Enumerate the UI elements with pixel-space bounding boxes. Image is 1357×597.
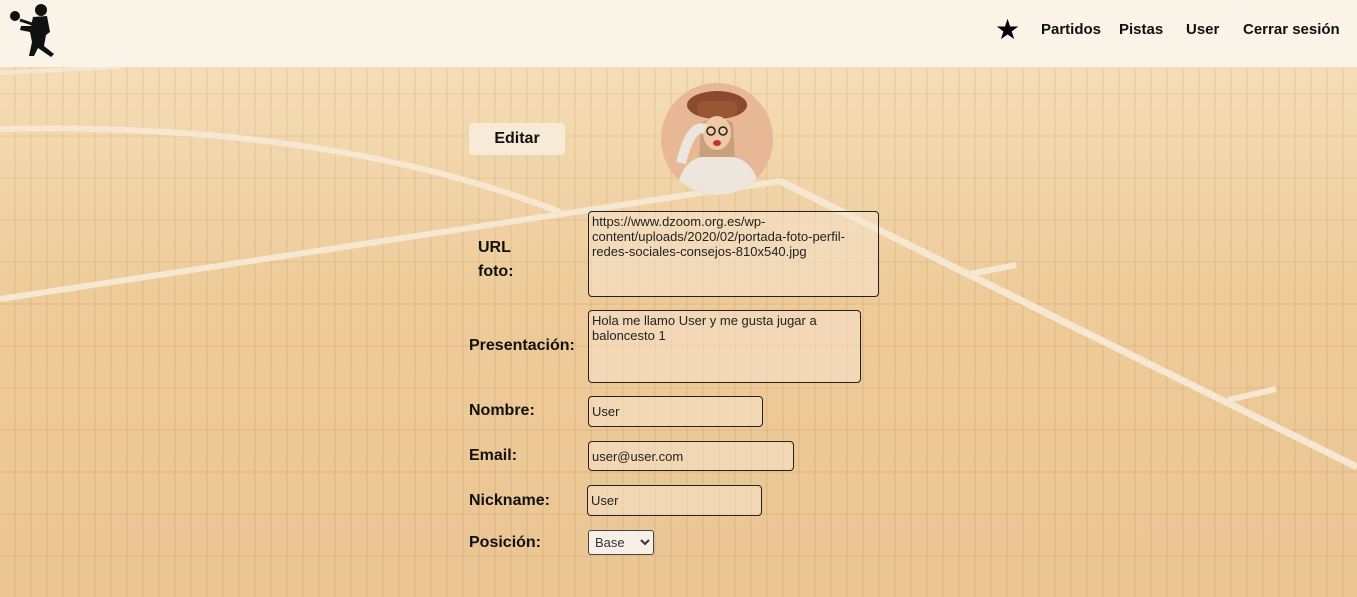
- nav-partidos[interactable]: Partidos: [1041, 21, 1101, 38]
- url-foto-field[interactable]: https://www.dzoom.org.es/wp-content/uplo…: [588, 211, 879, 297]
- nav-pistas[interactable]: Pistas: [1119, 21, 1163, 38]
- email-input[interactable]: [588, 441, 794, 471]
- star-icon[interactable]: ★: [995, 14, 1020, 46]
- profile-avatar: [661, 83, 773, 195]
- top-navbar: ★ Partidos Pistas User Cerrar sesión: [0, 0, 1357, 67]
- presentation-field[interactable]: Hola me llamo User y me gusta jugar a ba…: [588, 310, 861, 383]
- basketball-player-logo[interactable]: [6, 2, 64, 58]
- presentation-label: Presentación:: [469, 337, 575, 354]
- url-foto-label: URL foto:: [478, 239, 514, 280]
- nav-user[interactable]: User: [1186, 21, 1219, 38]
- nav-logout[interactable]: Cerrar sesión: [1243, 21, 1340, 38]
- email-label: Email:: [469, 447, 518, 464]
- nickname-input[interactable]: [587, 485, 762, 516]
- position-label: Posición:: [469, 534, 542, 551]
- name-label: Nombre:: [469, 402, 535, 419]
- name-input[interactable]: [588, 396, 763, 427]
- position-select[interactable]: Base: [588, 530, 654, 555]
- edit-button[interactable]: Editar: [469, 123, 565, 155]
- nickname-label: Nickname:: [469, 492, 550, 509]
